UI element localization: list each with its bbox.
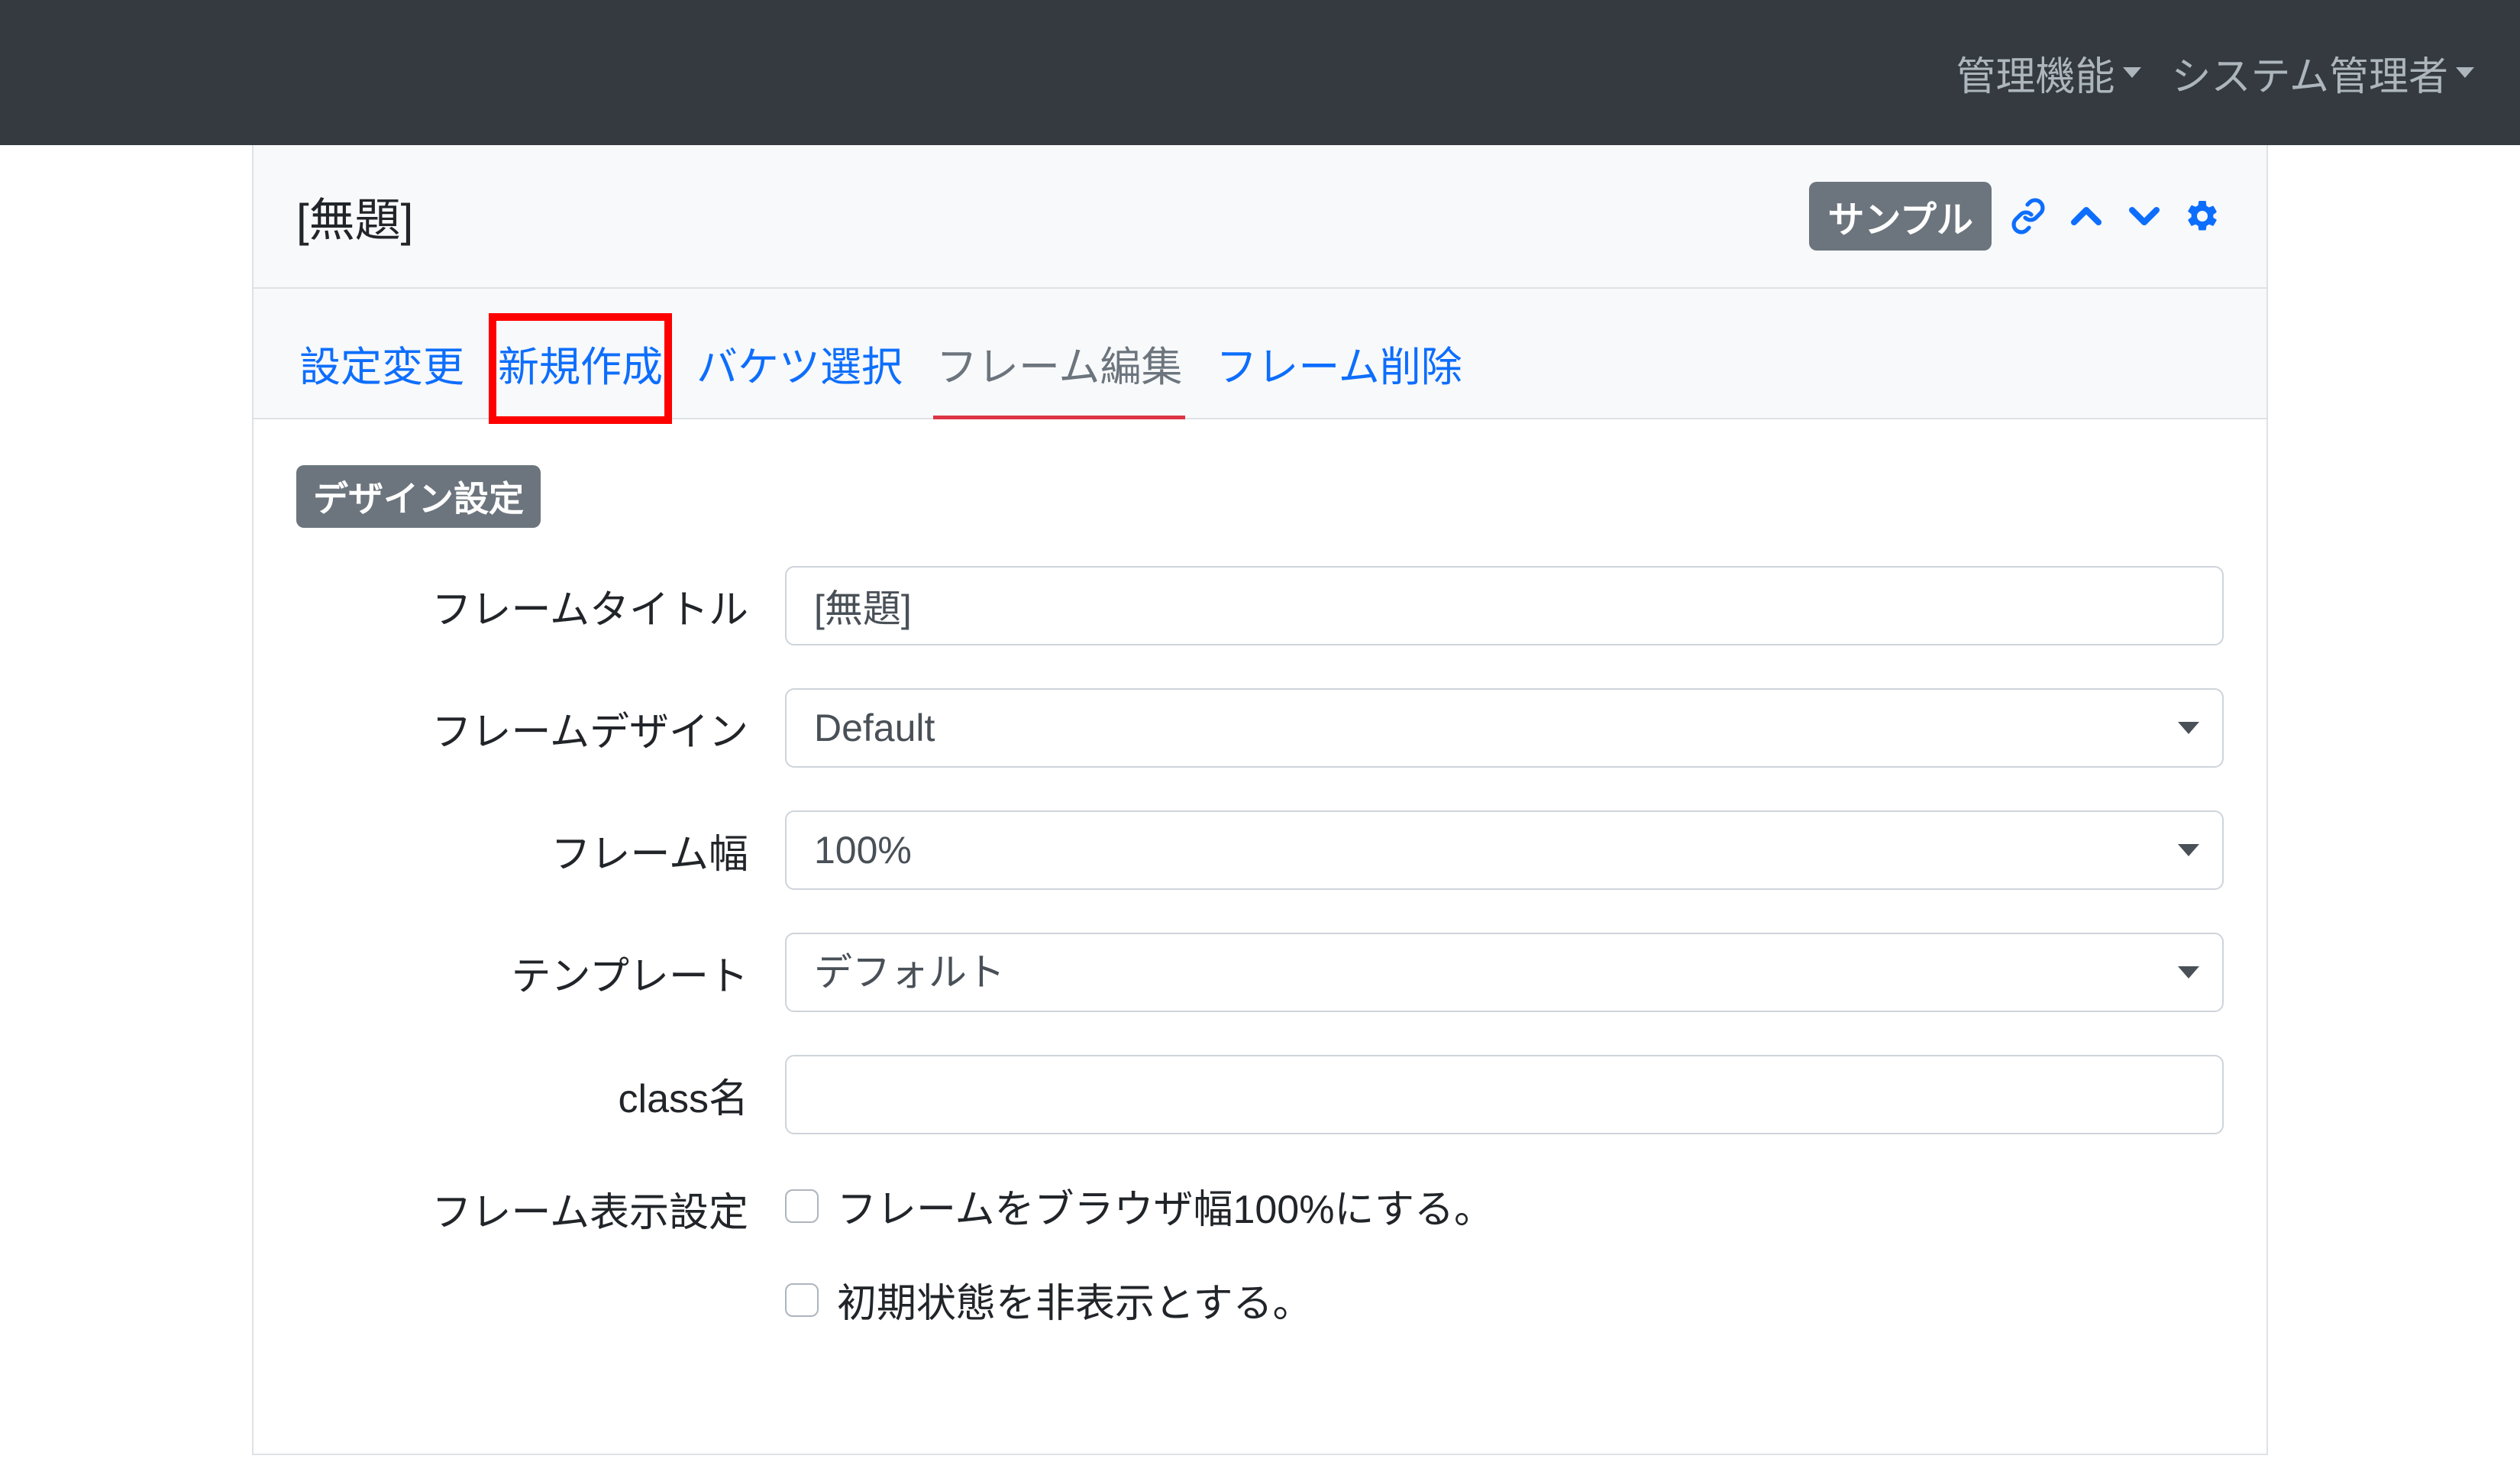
admin-menu-label: 管理機能 (1956, 44, 2115, 102)
select-template[interactable]: デフォルト (785, 933, 2224, 1012)
tab-frame-edit[interactable]: フレーム編集 (933, 319, 1185, 418)
chevron-down-icon (2123, 67, 2141, 78)
chevron-down-icon (2456, 67, 2474, 78)
tab-settings[interactable]: 設定変更 (296, 319, 467, 418)
checkbox-fullwidth[interactable] (785, 1189, 819, 1223)
user-menu-dropdown[interactable]: システム管理者 (2172, 44, 2474, 102)
select-frame-design[interactable]: Default (785, 688, 2224, 768)
row-class: class名 (296, 1055, 2224, 1134)
tab-new[interactable]: 新規作成 (495, 319, 666, 418)
tab-frame-delete[interactable]: フレーム削除 (1213, 319, 1465, 418)
input-frame-title[interactable] (785, 566, 2224, 645)
label-template: テンプレート (296, 944, 785, 1001)
checkbox-label-hidden: 初期状態を非表示とする。 (837, 1271, 1312, 1328)
select-frame-width[interactable]: 100% (785, 810, 2224, 890)
checkbox-row-fullwidth: フレームをブラウザ幅100%にする。 (785, 1177, 2224, 1234)
sample-badge: サンプル (1809, 182, 1992, 251)
panel-header: [無題] サンプル (254, 145, 2266, 289)
row-template: テンプレート デフォルト (296, 933, 2224, 1012)
design-section-badge: デザイン設定 (296, 465, 541, 528)
checkbox-row-hidden: 初期状態を非表示とする。 (785, 1271, 2224, 1328)
link-icon[interactable] (2007, 195, 2050, 238)
frame-panel: [無題] サンプル (252, 145, 2268, 1455)
row-display: フレーム表示設定 フレームをブラウザ幅100%にする。 初期状態を非表示とする。 (296, 1177, 2224, 1365)
move-up-icon[interactable] (2065, 195, 2108, 238)
checkbox-label-fullwidth: フレームをブラウザ幅100%にする。 (837, 1177, 1494, 1234)
label-class: class名 (296, 1066, 785, 1124)
row-frame-design: フレームデザイン Default (296, 688, 2224, 768)
panel-header-actions: サンプル (1809, 182, 2224, 251)
move-down-icon[interactable] (2123, 195, 2166, 238)
form-content: デザイン設定 フレームタイトル フレームデザイン Default フレーム幅 (254, 419, 2266, 1454)
label-display: フレーム表示設定 (296, 1177, 785, 1237)
user-menu-label: システム管理者 (2172, 44, 2448, 102)
panel-title: [無題] (296, 183, 413, 250)
label-frame-design: フレームデザイン (296, 700, 785, 757)
admin-menu-dropdown[interactable]: 管理機能 (1956, 44, 2141, 102)
input-class[interactable] (785, 1055, 2224, 1134)
top-navbar: 管理機能 システム管理者 (0, 0, 2520, 145)
checkbox-hidden[interactable] (785, 1283, 819, 1317)
row-frame-title: フレームタイトル (296, 566, 2224, 645)
label-frame-width: フレーム幅 (296, 822, 785, 879)
label-frame-title: フレームタイトル (296, 577, 785, 635)
tab-bar: 設定変更 新規作成 バケツ選択 フレーム編集 フレーム削除 (254, 289, 2266, 419)
gear-icon[interactable] (2181, 195, 2224, 238)
row-frame-width: フレーム幅 100% (296, 810, 2224, 890)
tab-bucket[interactable]: バケツ選択 (693, 319, 906, 418)
